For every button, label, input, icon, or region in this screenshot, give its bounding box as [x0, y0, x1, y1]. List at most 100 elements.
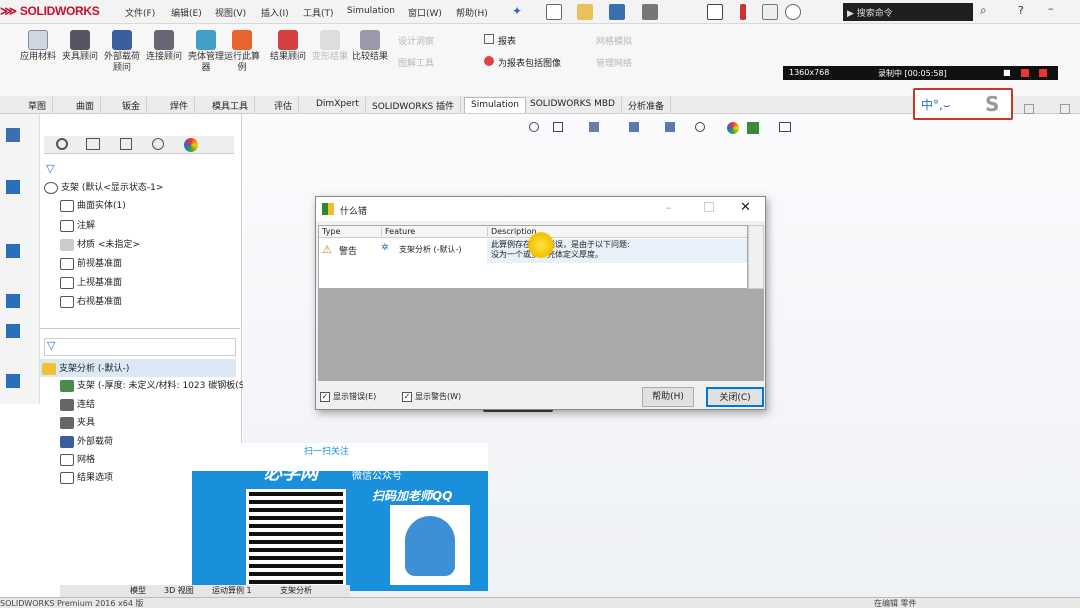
feature-manager-tab-icon[interactable] — [56, 138, 68, 150]
fixture-advisor-button[interactable]: 夹具顾问 — [60, 30, 100, 63]
sim-tree-mesh[interactable]: 网格 — [60, 452, 95, 466]
results-advisor-button[interactable]: 结果顾问 — [268, 30, 308, 63]
tile-pane-icon[interactable] — [1060, 104, 1070, 114]
tab-evaluate[interactable]: 评估 — [268, 97, 300, 113]
list-scrollbar[interactable] — [748, 225, 764, 289]
dimxpert-tab-icon[interactable] — [152, 138, 164, 150]
filter-icon[interactable]: ▽ — [46, 162, 54, 175]
deformed-result-button[interactable]: 变形结果 — [310, 30, 350, 63]
mesh-simulation-button[interactable]: 网格模拟 — [596, 34, 632, 47]
traffic-light-icon[interactable] — [740, 4, 746, 20]
appearance-icon[interactable] — [727, 122, 739, 134]
record-stop-icon[interactable] — [1021, 69, 1029, 77]
minimize-icon[interactable]: – — [1048, 2, 1054, 15]
tab-3d-views[interactable]: 3D 视图 — [164, 585, 194, 596]
menu-edit[interactable]: 编辑(E) — [171, 6, 202, 19]
new-document-icon[interactable] — [546, 4, 562, 20]
sim-study-node[interactable]: 支架分析 (-默认-) — [40, 359, 236, 377]
run-study-button[interactable]: 运行此算例 — [222, 30, 262, 74]
search-box[interactable]: ▶ 搜索命令 — [843, 3, 973, 21]
manage-network-button[interactable]: 管理网络 — [596, 56, 632, 69]
section-view-icon[interactable] — [6, 244, 20, 258]
include-image-button[interactable]: 为报表包括图像 — [484, 56, 561, 69]
menu-help[interactable]: 帮助(H) — [456, 6, 488, 19]
pin-icon[interactable]: ✦ — [512, 4, 522, 18]
property-manager-tab-icon[interactable] — [86, 138, 100, 150]
search-icon[interactable]: ⌕ — [980, 3, 987, 18]
select-cursor-icon[interactable] — [707, 4, 723, 20]
help-question-icon[interactable]: ? — [1018, 4, 1024, 17]
menu-file[interactable]: 文件(F) — [125, 6, 155, 19]
tree-item-solid-bodies[interactable]: 曲面实体(1) — [60, 198, 126, 212]
menu-view[interactable]: 视图(V) — [215, 6, 246, 19]
plot-tools-button[interactable]: 图解工具 — [398, 56, 434, 69]
show-warnings-checkbox[interactable]: ✓ 显示警告(W) — [402, 391, 461, 402]
maximize-icon[interactable] — [704, 202, 714, 212]
sim-filter-box[interactable]: ▽ — [44, 338, 236, 356]
apply-material-button[interactable]: 应用材料 — [18, 30, 58, 63]
scene-icon[interactable] — [747, 122, 759, 134]
menu-simulation[interactable]: Simulation — [347, 6, 395, 16]
display-style-icon[interactable] — [665, 122, 675, 132]
tab-analysis-prep[interactable]: 分析准备 — [622, 97, 672, 113]
sim-tree-connections[interactable]: 连结 — [60, 397, 95, 411]
col-type[interactable]: Type — [322, 227, 340, 236]
tab-study[interactable]: 支架分析 — [280, 585, 312, 596]
tree-item-right-plane[interactable]: 右视基准面 — [60, 294, 122, 308]
tree-item-top-plane[interactable]: 上视基准面 — [60, 275, 122, 289]
tree-root[interactable]: 支架 (默认<显示状态-1> — [44, 180, 163, 194]
tree-item-material[interactable]: 材质 <未指定> — [60, 237, 140, 251]
tree-item-annotations[interactable]: 注解 — [60, 218, 95, 232]
minimize-icon[interactable]: – — [666, 201, 672, 214]
menu-insert[interactable]: 插入(I) — [261, 6, 289, 19]
tab-motion-study[interactable]: 运动算例 1 — [212, 585, 252, 596]
print-icon[interactable] — [642, 4, 658, 20]
col-feature[interactable]: Feature — [381, 227, 415, 236]
report-button[interactable]: 报表 — [484, 34, 516, 47]
external-loads-button[interactable]: 外部载荷顾问 — [102, 30, 142, 74]
show-errors-checkbox[interactable]: ✓ 显示错误(E) — [320, 391, 376, 402]
pane-splitter[interactable] — [40, 328, 240, 329]
camera-icon[interactable]: ■ — [1003, 68, 1011, 77]
tab-model[interactable]: 模型 — [130, 585, 146, 596]
zoom-fit-icon[interactable] — [529, 122, 539, 132]
section-view-icon[interactable] — [589, 122, 599, 132]
col-description[interactable]: Description — [487, 227, 537, 236]
menu-tools[interactable]: 工具(T) — [303, 6, 334, 19]
close-icon[interactable]: ✕ — [740, 200, 751, 215]
shell-manager-button[interactable]: 壳体管理器 — [186, 30, 226, 74]
tree-item-front-plane[interactable]: 前视基准面 — [60, 256, 122, 270]
rebuild-icon[interactable] — [762, 4, 778, 20]
sketch-tool-icon[interactable] — [6, 374, 20, 388]
display-manager-tab-icon[interactable] — [184, 138, 198, 152]
view-settings-icon[interactable] — [779, 122, 791, 132]
tab-mbd[interactable]: SOLIDWORKS MBD — [524, 97, 622, 113]
compare-results-button[interactable]: 比较结果 — [350, 30, 390, 63]
sim-tree-part[interactable]: 支架 (-厚度: 未定义/材料: 1023 碳钢板(SS)-) — [60, 378, 260, 392]
save-icon[interactable] — [609, 4, 625, 20]
menu-window[interactable]: 窗口(W) — [408, 6, 442, 19]
open-folder-icon[interactable] — [577, 4, 593, 20]
configuration-tab-icon[interactable] — [120, 138, 132, 150]
record-close-icon[interactable] — [1039, 69, 1047, 77]
tab-simulation[interactable]: Simulation — [464, 97, 526, 113]
view-orientation-icon[interactable] — [629, 122, 639, 132]
hide-show-items-icon[interactable] — [695, 122, 705, 132]
tab-dimxpert[interactable]: DimXpert — [310, 97, 366, 113]
hide-show-icon[interactable] — [6, 294, 20, 308]
tab-weldments[interactable]: 焊件 — [164, 97, 196, 113]
sim-tree-result-options[interactable]: 结果选项 — [60, 470, 113, 484]
display-style-icon[interactable] — [6, 180, 20, 194]
tab-sketch[interactable]: 草图 — [22, 97, 54, 113]
tab-surface[interactable]: 曲面 — [70, 97, 102, 113]
restore-pane-icon[interactable] — [1024, 104, 1034, 114]
appearance-icon[interactable] — [6, 324, 20, 338]
sim-tree-loads[interactable]: 外部载荷 — [60, 434, 113, 448]
tab-sheetmetal[interactable]: 钣金 — [116, 97, 148, 113]
connections-advisor-button[interactable]: 连接顾问 — [144, 30, 184, 63]
close-button[interactable]: 关闭(C) — [706, 387, 764, 407]
ime-toolbar[interactable]: 中°,⌣ S — [913, 88, 1013, 120]
tab-addins[interactable]: SOLIDWORKS 插件 — [366, 97, 462, 113]
help-button[interactable]: 帮助(H) — [642, 387, 694, 407]
tab-mold-tools[interactable]: 模具工具 — [206, 97, 256, 113]
